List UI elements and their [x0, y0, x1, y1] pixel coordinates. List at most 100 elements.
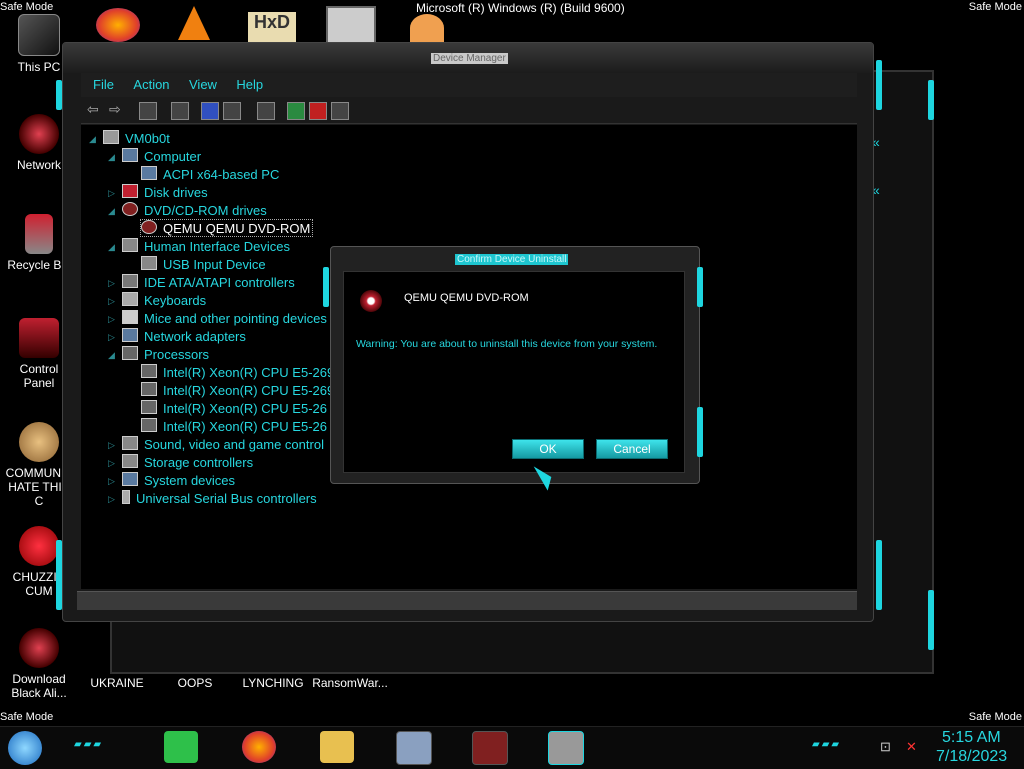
- expand-arrow-icon[interactable]: ▷: [108, 188, 115, 199]
- tree-item-system[interactable]: System devices: [122, 472, 235, 488]
- expand-arrow-icon[interactable]: ▷: [108, 314, 115, 325]
- collapse-arrow-icon[interactable]: ◢: [108, 242, 115, 253]
- clock-date[interactable]: 7/18/2023: [936, 748, 1007, 766]
- tree-item-usb[interactable]: Universal Serial Bus controllers: [122, 490, 317, 506]
- menu-action[interactable]: Action: [130, 77, 172, 92]
- desktop-icon-oops[interactable]: OOPS: [160, 676, 230, 690]
- download-icon: [19, 628, 59, 668]
- desktop-icon-lynching[interactable]: LYNCHING: [238, 676, 308, 690]
- cancel-button[interactable]: Cancel: [596, 439, 668, 459]
- clock-time[interactable]: 5:15 AM: [942, 729, 1001, 747]
- network-status-icon[interactable]: ⊡: [880, 739, 891, 755]
- recycle-bin-icon: [25, 214, 53, 254]
- menu-bar: File Action View Help: [81, 73, 857, 98]
- hid-icon: [122, 238, 138, 252]
- ok-button[interactable]: OK: [512, 439, 584, 459]
- tree-item-computer[interactable]: Computer: [122, 148, 201, 164]
- computer-icon: [103, 130, 119, 144]
- expand-arrow-icon[interactable]: ▷: [108, 278, 115, 289]
- collapse-arrow-icon[interactable]: ◢: [108, 206, 115, 217]
- tree-item-hid[interactable]: Human Interface Devices: [122, 238, 290, 254]
- tree-root[interactable]: VM0b0t: [103, 130, 170, 146]
- firefox-icon[interactable]: [242, 731, 276, 763]
- desktop-icon-download[interactable]: Download Black Ali...: [4, 628, 74, 700]
- tree-label: Mice and other pointing devices: [144, 311, 327, 326]
- safe-mode-label-bottom-right: Safe Mode: [968, 711, 1022, 723]
- tree-item-ide[interactable]: IDE ATA/ATAPI controllers: [122, 274, 295, 290]
- dialog-title: Confirm Device Uninstall: [455, 254, 569, 265]
- network-icon: [19, 114, 59, 154]
- collapse-arrow-icon[interactable]: ◢: [108, 350, 115, 361]
- expand-arrow-icon[interactable]: ▷: [108, 332, 115, 343]
- show-hide-console-tree-icon[interactable]: [139, 102, 157, 120]
- tree-item-network[interactable]: Network adapters: [122, 328, 246, 344]
- action-pane-icon[interactable]: [223, 102, 241, 120]
- expand-arrow-icon[interactable]: ▷: [108, 458, 115, 469]
- tree-item-cpu[interactable]: Intel(R) Xeon(R) CPU E5-269: [141, 364, 334, 380]
- maze-app-icon[interactable]: [326, 6, 376, 46]
- uninstall-device-icon[interactable]: [309, 102, 327, 120]
- expand-arrow-icon[interactable]: ▷: [108, 494, 115, 505]
- desktop-icon-label: RansomWar...: [312, 676, 388, 690]
- start-orb-icon[interactable]: [8, 731, 42, 765]
- window-frame-accent: [928, 590, 934, 650]
- tree-item-acpi[interactable]: ACPI x64-based PC: [141, 166, 279, 182]
- tree-item-keyboards[interactable]: Keyboards: [122, 292, 206, 308]
- desktop-icon-ransomware[interactable]: RansomWar...: [310, 676, 390, 690]
- file-explorer-icon[interactable]: [320, 731, 354, 763]
- confirm-uninstall-dialog: Confirm Device Uninstall QEMU QEMU DVD-R…: [323, 246, 703, 484]
- forward-arrow-icon[interactable]: ⇨: [109, 101, 121, 118]
- desktop-icon-label: UKRAINE: [90, 676, 144, 690]
- menu-file[interactable]: File: [90, 77, 117, 92]
- tree-label: Intel(R) Xeon(R) CPU E5-269: [163, 365, 335, 380]
- device-manager-icon[interactable]: [548, 731, 584, 765]
- vlc-icon[interactable]: [178, 6, 210, 40]
- update-driver-icon[interactable]: [287, 102, 305, 120]
- tree-item-dvd-drives[interactable]: DVD/CD-ROM drives: [122, 202, 267, 218]
- expand-arrow-icon[interactable]: ▷: [108, 440, 115, 451]
- tree-item-cpu[interactable]: Intel(R) Xeon(R) CPU E5-269: [141, 382, 334, 398]
- back-arrow-icon[interactable]: ⇦: [87, 101, 99, 118]
- help-icon[interactable]: [201, 102, 219, 120]
- title-bar[interactable]: Device Manager: [63, 43, 873, 73]
- tree-item-mice[interactable]: Mice and other pointing devices: [122, 310, 327, 326]
- properties-icon[interactable]: [171, 102, 189, 120]
- firefox-desktop-icon[interactable]: [96, 8, 140, 42]
- tree-label: ACPI x64-based PC: [163, 167, 280, 182]
- hid-icon: [141, 256, 157, 270]
- menu-help[interactable]: Help: [233, 77, 266, 92]
- collapse-arrow-icon[interactable]: ◢: [89, 134, 96, 145]
- tree-item-qemu-dvd[interactable]: QEMU QEMU DVD-ROM: [139, 219, 314, 237]
- monitor-icon: [141, 166, 157, 180]
- safe-mode-label-top-left: Safe Mode: [0, 1, 54, 13]
- tree-item-usb-input[interactable]: USB Input Device: [141, 256, 266, 272]
- volume-muted-icon[interactable]: ✕: [906, 739, 917, 755]
- tree-item-storage[interactable]: Storage controllers: [122, 454, 253, 470]
- expand-arrow-icon[interactable]: ▷: [108, 476, 115, 487]
- dvd-icon: [141, 220, 157, 234]
- hxd-icon[interactable]: HxD: [248, 12, 296, 42]
- safe-mode-label-bottom-left: Safe Mode: [0, 711, 54, 723]
- app-icon[interactable]: [472, 731, 508, 765]
- tree-item-cpu[interactable]: Intel(R) Xeon(R) CPU E5-26: [141, 400, 327, 416]
- desktop-icon-ukraine[interactable]: UKRAINE: [82, 676, 152, 690]
- menu-view[interactable]: View: [186, 77, 220, 92]
- scan-hardware-icon[interactable]: [257, 102, 275, 120]
- taskbar-decoration: ▰▰▰: [74, 739, 104, 750]
- user-avatar-icon[interactable]: [410, 14, 444, 42]
- collapse-arrow-icon[interactable]: ◢: [108, 152, 115, 163]
- tree-item-processors[interactable]: Processors: [122, 346, 209, 362]
- taskbar-decoration: ▰▰▰: [812, 739, 842, 750]
- mouse-icon: [122, 310, 138, 324]
- tree-item-sound[interactable]: Sound, video and game control: [122, 436, 324, 452]
- notes-icon[interactable]: [164, 731, 198, 763]
- tree-item-disk-drives[interactable]: Disk drives: [122, 184, 208, 200]
- desktop-icon-label: Control Panel: [19, 362, 59, 390]
- tree-label: Processors: [144, 347, 210, 362]
- task-manager-icon[interactable]: [396, 731, 432, 765]
- expand-arrow-icon[interactable]: ▷: [108, 296, 115, 307]
- tree-item-cpu[interactable]: Intel(R) Xeon(R) CPU E5-26: [141, 418, 327, 434]
- enable-device-icon[interactable]: [331, 102, 349, 120]
- desktop-icon-label: OOPS: [177, 676, 213, 690]
- tree-label: USB Input Device: [163, 257, 266, 272]
